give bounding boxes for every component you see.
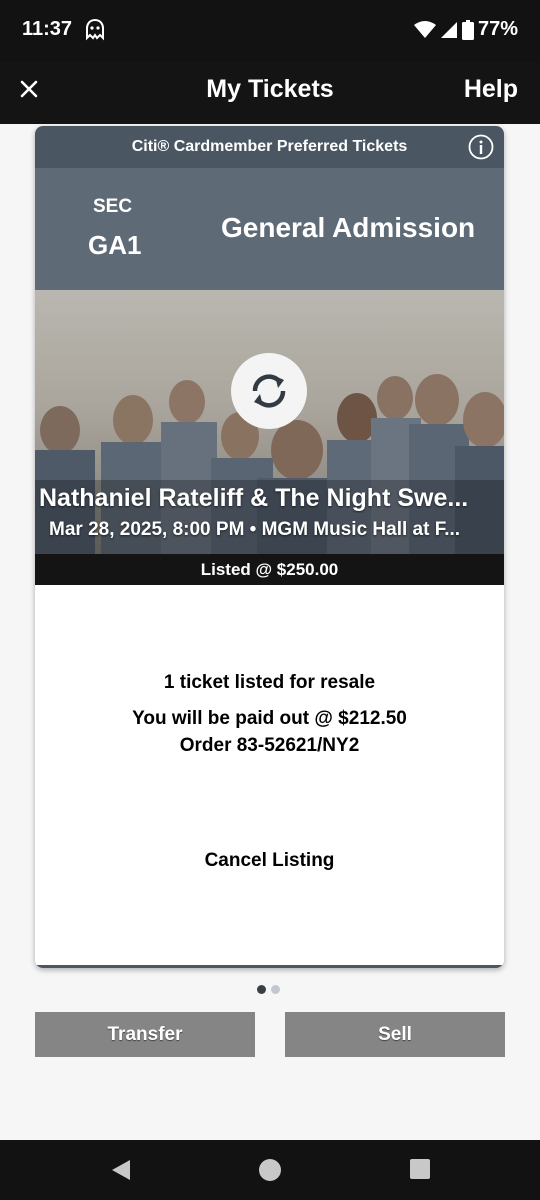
- event-subtitle: Mar 28, 2025, 8:00 PM • MGM Music Hall a…: [49, 519, 461, 540]
- help-link[interactable]: Help: [464, 75, 518, 104]
- listed-price: Listed @ $250.00: [35, 554, 504, 585]
- section-value: GA1: [88, 230, 142, 260]
- status-right: 77%: [413, 18, 518, 41]
- order-number: Order 83-52621/NY2: [179, 735, 360, 756]
- home-icon[interactable]: [258, 1158, 282, 1182]
- refresh-icon: [252, 374, 286, 408]
- resale-count: 1 ticket listed for resale: [163, 672, 376, 693]
- seat-block: SEC GA1 General Admission: [35, 168, 504, 290]
- transfer-button[interactable]: Transfer: [35, 1012, 255, 1057]
- card-header: Citi® Cardmember Preferred Tickets: [35, 126, 504, 168]
- status-time: 11:37: [22, 18, 73, 40]
- status-bar: 11:37 77%: [0, 0, 540, 62]
- section-label: SEC: [93, 196, 133, 217]
- event-image: Nathaniel Rateliff & The Night Swe... Ma…: [35, 290, 504, 554]
- battery-icon: [461, 19, 474, 40]
- payout-text: You will be paid out @ $212.50: [132, 708, 407, 729]
- refresh-button[interactable]: [231, 353, 307, 429]
- navigation-bar: [0, 1140, 540, 1200]
- page-dot[interactable]: [271, 985, 280, 994]
- page-title: My Tickets: [206, 75, 334, 103]
- info-icon[interactable]: [468, 134, 494, 160]
- app-bar: My Tickets Help: [0, 62, 540, 124]
- ghost-icon: [86, 18, 104, 41]
- back-icon[interactable]: [110, 1158, 132, 1182]
- admission-type: General Admission: [221, 212, 476, 243]
- cancel-listing-button[interactable]: Cancel Listing: [35, 850, 504, 872]
- card-bottom-border: [35, 965, 504, 968]
- signal-icon: [440, 21, 457, 38]
- event-title: Nathaniel Rateliff & The Night Swe...: [39, 484, 469, 512]
- recents-icon[interactable]: [409, 1158, 431, 1180]
- page-dot-active[interactable]: [257, 985, 266, 994]
- ticket-card: Citi® Cardmember Preferred Tickets SEC G…: [35, 126, 504, 968]
- card-header-text: Citi® Cardmember Preferred Tickets: [131, 138, 408, 155]
- sell-button[interactable]: Sell: [285, 1012, 505, 1057]
- page-indicator: [257, 985, 280, 994]
- battery-percent: 77%: [477, 18, 518, 40]
- wifi-icon: [413, 20, 436, 38]
